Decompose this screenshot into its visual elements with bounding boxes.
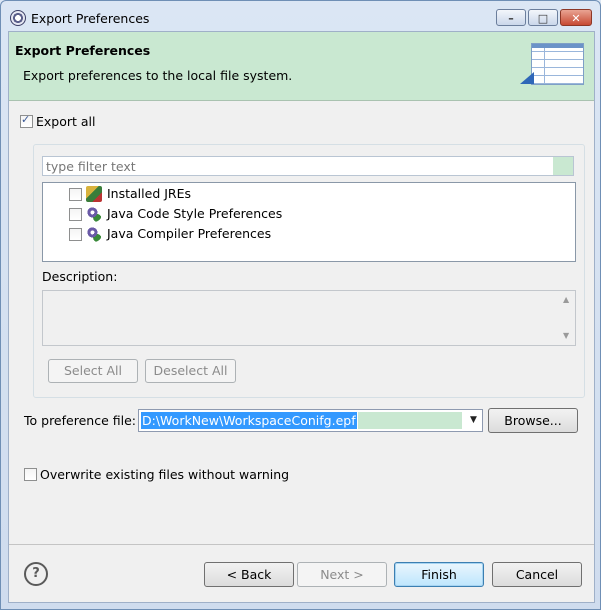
- preferences-tree: Installed JREs Java Code Style Preferenc…: [42, 182, 576, 262]
- combo-highlight: [358, 412, 462, 429]
- close-button[interactable]: ✕: [560, 9, 592, 26]
- minimize-button[interactable]: –: [496, 9, 526, 26]
- close-icon: ✕: [571, 12, 581, 25]
- export-all-label[interactable]: Export all: [36, 114, 96, 129]
- maximize-icon: □: [537, 12, 549, 25]
- deselect-all-button[interactable]: Deselect All: [145, 359, 236, 383]
- banner-title: Export Preferences: [15, 43, 151, 58]
- description-scrollbar[interactable]: ▲ ▼: [560, 291, 575, 345]
- finish-button[interactable]: Finish: [394, 562, 484, 587]
- export-arrow-icon: [520, 72, 534, 84]
- next-button[interactable]: Next >: [297, 562, 387, 587]
- export-preferences-window: Export Preferences – □ ✕ Export Preferen…: [0, 0, 601, 610]
- scroll-up-icon[interactable]: ▲: [563, 295, 569, 304]
- cancel-button[interactable]: Cancel: [492, 562, 582, 587]
- jre-icon: [86, 186, 102, 202]
- chevron-down-icon[interactable]: ▼: [465, 410, 482, 431]
- dialog-client-area: Export Preferences Export preferences to…: [8, 31, 595, 603]
- preference-file-value[interactable]: D:\WorkNew\WorkspaceConifg.epf: [141, 412, 357, 429]
- eclipse-app-icon: [10, 10, 26, 26]
- checkmark-icon: ✓: [21, 113, 31, 126]
- tree-item-checkbox[interactable]: [69, 208, 82, 221]
- tree-item-label: Java Code Style Preferences: [107, 206, 283, 221]
- description-label: Description:: [42, 269, 118, 284]
- to-preference-file-label: To preference file:: [24, 413, 136, 428]
- minimize-icon: –: [508, 12, 514, 25]
- maximize-button[interactable]: □: [528, 9, 558, 26]
- overwrite-checkbox[interactable]: [24, 468, 37, 481]
- preference-file-combo[interactable]: D:\WorkNew\WorkspaceConifg.epf ▼: [138, 409, 483, 432]
- scroll-down-icon[interactable]: ▼: [563, 331, 569, 340]
- export-all-checkbox[interactable]: ✓: [20, 113, 33, 128]
- export-wizard-icon: [531, 43, 584, 85]
- browse-button[interactable]: Browse...: [488, 408, 578, 433]
- back-button[interactable]: < Back: [204, 562, 294, 587]
- wizard-banner: Export Preferences Export preferences to…: [9, 32, 594, 101]
- preference-icon: [86, 206, 102, 222]
- filter-input[interactable]: type filter text: [42, 156, 574, 176]
- description-text: ▲ ▼: [42, 290, 576, 346]
- overwrite-label[interactable]: Overwrite existing files without warning: [40, 467, 289, 482]
- select-all-button[interactable]: Select All: [48, 359, 138, 383]
- tree-item-label: Installed JREs: [107, 186, 192, 201]
- tree-item-checkbox[interactable]: [69, 228, 82, 241]
- clear-filter-icon[interactable]: [553, 157, 573, 175]
- banner-description: Export preferences to the local file sys…: [23, 68, 293, 83]
- title-bar[interactable]: Export Preferences – □ ✕: [1, 1, 600, 31]
- tree-item-checkbox[interactable]: [69, 188, 82, 201]
- window-title: Export Preferences: [31, 11, 150, 26]
- tree-item-label: Java Compiler Preferences: [107, 226, 272, 241]
- footer-separator: [9, 544, 594, 545]
- help-icon[interactable]: ?: [24, 562, 48, 586]
- preference-icon: [86, 226, 102, 242]
